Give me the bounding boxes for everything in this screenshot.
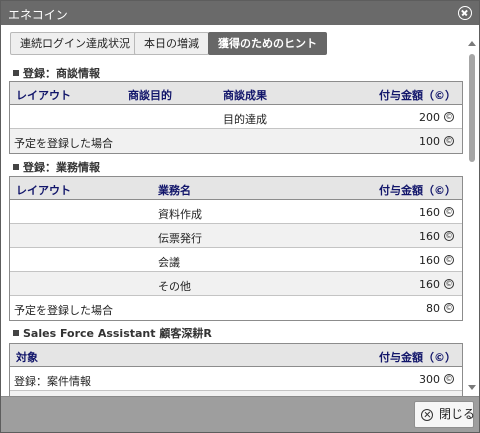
cell-amount: 100 xyxy=(419,135,440,148)
square-bullet-icon xyxy=(13,70,19,76)
section-title-text: 登録：商談情報 xyxy=(23,67,100,80)
sfa-table: 対象 付与金額（©） 登録：案件情報 300 © xyxy=(9,343,463,396)
coin-icon: © xyxy=(444,279,454,289)
coin-icon: © xyxy=(444,231,454,241)
coin-icon: © xyxy=(444,112,454,122)
section-title-work-info: 登録：業務情報 xyxy=(13,159,100,175)
section-title-deal-info: 登録：商談情報 xyxy=(13,65,100,81)
cell-layout: 予定を登録した場合 xyxy=(14,304,113,317)
dialog-window: エネコイン 連続ログイン達成状況 本日の増減 獲得のためのヒント 登録：商談情報… xyxy=(0,0,480,433)
table-row: 予定を登録した場合 100 © xyxy=(10,129,462,153)
close-circle-icon xyxy=(421,409,433,421)
scroll-down-arrow-icon[interactable] xyxy=(468,385,476,390)
close-button-label: 閉じる xyxy=(439,407,476,421)
cell-task-name: 資料作成 xyxy=(158,208,202,221)
cell-amount: 160 xyxy=(419,254,440,267)
section-title-text: Sales Force Assistant 顧客深耕R xyxy=(23,327,212,340)
window-title: エネコイン xyxy=(8,8,68,22)
cell-target: 登録：案件情報 xyxy=(14,375,91,388)
column-header-deal-result: 商談成果 xyxy=(223,89,267,102)
work-info-table: レイアウト 業務名 付与金額（©） 資料作成 160 © 伝票発行 160 © … xyxy=(9,176,463,321)
section-title-sfa: Sales Force Assistant 顧客深耕R xyxy=(13,325,212,341)
table-row: 目的達成 200 © xyxy=(10,105,462,129)
column-header-layout: レイアウト xyxy=(16,184,71,197)
square-bullet-icon xyxy=(13,330,19,336)
cell-amount: 160 xyxy=(419,278,440,291)
column-header-layout: レイアウト xyxy=(16,89,71,102)
cell-deal-result: 目的達成 xyxy=(223,113,267,126)
table-row: 会議 160 © xyxy=(10,248,462,272)
table-row: 登録：案件情報 300 © xyxy=(10,367,462,391)
close-button[interactable]: 閉じる xyxy=(414,401,476,428)
table-row: その他 160 © xyxy=(10,272,462,296)
vertical-scrollbar[interactable] xyxy=(466,37,478,394)
tab-earning-hints[interactable]: 獲得のためのヒント xyxy=(208,32,327,55)
cell-amount: 160 xyxy=(419,230,440,243)
table-row: 伝票発行 160 © xyxy=(10,224,462,248)
scrollbar-thumb[interactable] xyxy=(469,54,475,162)
column-header-task-name: 業務名 xyxy=(158,184,191,197)
dialog-footer: 閉じる xyxy=(1,396,479,432)
cell-amount: 200 xyxy=(419,111,440,124)
column-header-amount: 付与金額（©） xyxy=(379,89,456,102)
cell-amount: 80 xyxy=(426,302,440,315)
cell-task-name: 会議 xyxy=(158,256,180,269)
column-header-amount: 付与金額（©） xyxy=(379,184,456,197)
cell-task-name: その他 xyxy=(158,280,191,293)
table-header: レイアウト 業務名 付与金額（©） xyxy=(10,177,462,200)
coin-icon: © xyxy=(444,303,454,313)
coin-icon: © xyxy=(444,374,454,384)
table-header: レイアウト 商談目的 商談成果 付与金額（©） xyxy=(10,82,462,105)
title-bar: エネコイン xyxy=(1,1,479,25)
cell-layout: 予定を登録した場合 xyxy=(14,137,113,150)
tab-login-streak[interactable]: 連続ログイン達成状況 xyxy=(10,32,140,55)
table-row: 予定を登録した場合 80 © xyxy=(10,296,462,320)
table-header: 対象 付与金額（©） xyxy=(10,344,462,367)
column-header-amount: 付与金額（©） xyxy=(379,351,456,364)
cell-task-name: 伝票発行 xyxy=(158,232,202,245)
coin-icon: © xyxy=(444,255,454,265)
tab-today-change[interactable]: 本日の増減 xyxy=(134,32,209,55)
column-header-target: 対象 xyxy=(16,351,38,364)
column-header-deal-purpose: 商談目的 xyxy=(128,89,172,102)
close-icon[interactable] xyxy=(458,6,472,20)
square-bullet-icon xyxy=(13,164,19,170)
coin-icon: © xyxy=(444,136,454,146)
section-title-text: 登録：業務情報 xyxy=(23,161,100,174)
table-row: 資料作成 160 © xyxy=(10,200,462,224)
cell-amount: 300 xyxy=(419,373,440,386)
scroll-up-arrow-icon[interactable] xyxy=(468,41,476,46)
dialog-content[interactable]: 連続ログイン達成状況 本日の増減 獲得のためのヒント 登録：商談情報 レイアウト… xyxy=(1,25,479,396)
coin-icon: © xyxy=(444,207,454,217)
cell-amount: 160 xyxy=(419,206,440,219)
deal-info-table: レイアウト 商談目的 商談成果 付与金額（©） 目的達成 200 © 予定を登録… xyxy=(9,81,463,154)
